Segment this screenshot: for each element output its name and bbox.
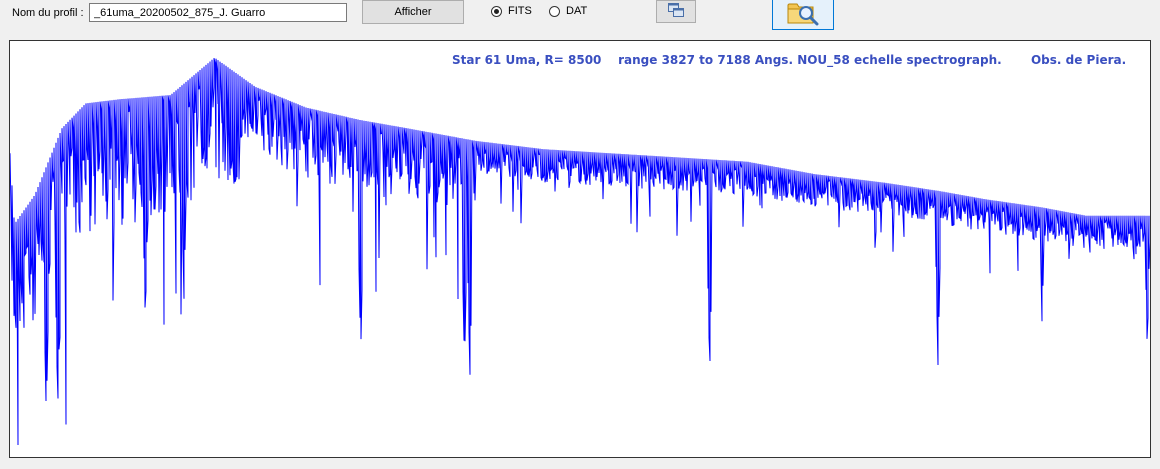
copy-button[interactable]: [656, 0, 696, 23]
format-radio-fits[interactable]: FITS: [491, 5, 532, 17]
copy-windows-icon: [667, 2, 685, 21]
spectrum-line: [10, 57, 1150, 446]
profile-name-label: Nom du profil :: [12, 7, 84, 19]
spectrum-plot: Star 61 Uma, R= 8500 range 3827 to 7188 …: [9, 40, 1151, 458]
radio-fits-label: FITS: [508, 5, 532, 17]
format-radio-dat[interactable]: DAT: [549, 5, 587, 17]
radio-dat-indicator[interactable]: [549, 5, 560, 17]
profile-name-input[interactable]: [89, 3, 347, 22]
spectrum-chart: [10, 57, 1150, 446]
folder-search-icon: [786, 0, 820, 29]
display-button[interactable]: Afficher: [362, 0, 464, 24]
toolbar: Nom du profil : Afficher FITS DAT: [0, 0, 1160, 38]
open-file-button[interactable]: [772, 0, 834, 30]
plot-title: Star 61 Uma, R= 8500 range 3827 to 7188 …: [452, 53, 1127, 67]
radio-dat-label: DAT: [566, 5, 588, 17]
radio-fits-indicator[interactable]: [491, 5, 502, 17]
